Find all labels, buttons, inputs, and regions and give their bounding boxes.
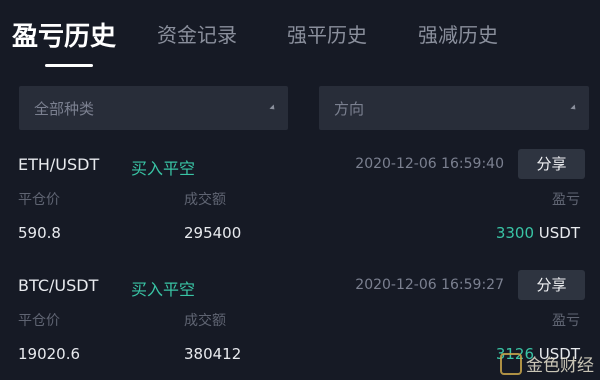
tab-liquidation-history[interactable]: 强平历史	[287, 19, 367, 48]
pnl-record: ETH/USDT 买入平空 2020-12-06 16:59:40 分享 平仓价…	[0, 149, 600, 271]
volume-value: 380412	[184, 345, 242, 363]
category-filter-label: 全部种类	[34, 100, 95, 118]
order-side: 买入平空	[131, 159, 196, 178]
trading-pair: BTC/USDT	[18, 276, 99, 295]
active-tab-indicator	[45, 64, 93, 67]
volume-value: 295400	[184, 224, 242, 242]
share-button[interactable]: 分享	[518, 149, 585, 179]
tab-deleverage-history[interactable]: 强减历史	[418, 19, 498, 48]
close-price-header: 平仓价	[18, 192, 60, 208]
pnl-amount: 3300	[495, 224, 534, 242]
dropdown-caret-icon	[570, 104, 578, 112]
share-button[interactable]: 分享	[518, 270, 585, 300]
category-filter-select[interactable]: 全部种类	[19, 86, 288, 130]
close-price-header: 平仓价	[18, 313, 60, 329]
direction-filter-label: 方向	[334, 100, 365, 118]
trading-pair: ETH/USDT	[18, 155, 100, 174]
watermark-logo-icon	[500, 352, 522, 375]
page: 盈亏历史 资金记录 强平历史 强减历史 全部种类 方向 ETH/USDT 买入平…	[0, 0, 600, 380]
watermark-text: 金色财经	[526, 356, 594, 376]
pnl-unit: USDT	[538, 224, 580, 242]
close-price-value: 19020.6	[18, 345, 81, 363]
volume-header: 成交额	[184, 313, 226, 329]
tab-pnl-history[interactable]: 盈亏历史	[12, 16, 116, 53]
close-price-value: 590.8	[18, 224, 61, 242]
pnl-header: 盈亏	[552, 313, 580, 329]
order-side: 买入平空	[131, 280, 196, 299]
dropdown-caret-icon	[269, 104, 277, 112]
volume-header: 成交额	[184, 192, 226, 208]
record-time: 2020-12-06 16:59:27	[355, 277, 504, 293]
tab-fund-records[interactable]: 资金记录	[157, 19, 237, 48]
history-tabs: 盈亏历史 资金记录 强平历史 强减历史	[0, 0, 600, 76]
record-time: 2020-12-06 16:59:40	[355, 156, 504, 172]
direction-filter-select[interactable]: 方向	[319, 86, 589, 130]
pnl-value: 3300 USDT	[496, 224, 580, 242]
pnl-header: 盈亏	[552, 192, 580, 208]
watermark: 金色财经	[500, 351, 594, 376]
